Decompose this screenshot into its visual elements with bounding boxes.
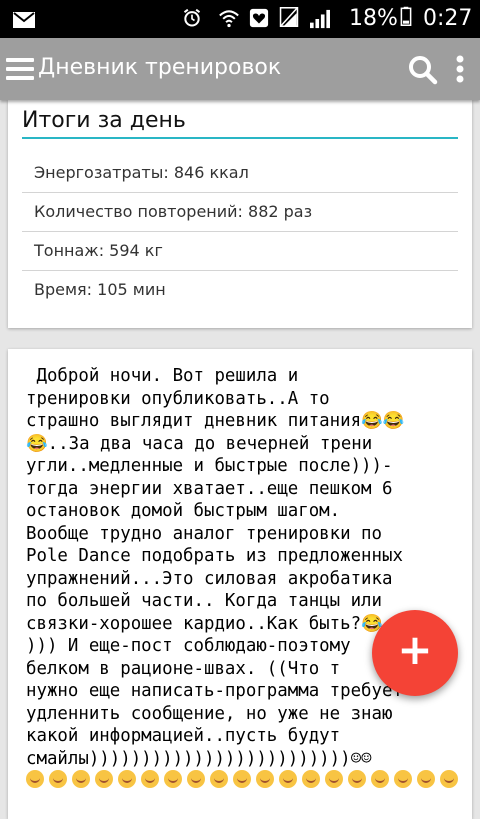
alarm-icon xyxy=(183,8,201,27)
post-line: по большей части.. Когда танцы или xyxy=(26,591,382,611)
post-line: остановок домой быстрым шагом. xyxy=(26,501,341,521)
menu-icon[interactable] xyxy=(6,58,34,80)
post-line: упражнений...Это силовая акробатика xyxy=(26,568,393,589)
post-line: Доброй ночи. Вот решила и xyxy=(26,366,299,386)
post-line: Вообще трудно аналог тренировки по xyxy=(26,523,382,544)
post-card: Доброй ночи. Вот решила и тренировки опуб… xyxy=(8,349,472,819)
app-bar: Дневник тренировок xyxy=(0,38,480,100)
post-line: смайлы)))))))))))))))))))))))))☺☺ xyxy=(26,748,372,769)
smiley-icon xyxy=(187,770,205,788)
summary-row-label: Тоннаж: 594 кг xyxy=(34,241,163,260)
daily-summary-card: Итоги за день Энергозатраты: 846 ккал Ко… xyxy=(8,100,472,328)
post-line: тренировки опубликовать..А то xyxy=(26,388,330,409)
wifi-icon xyxy=(219,10,239,28)
post-line: какой информацией..пусть будут xyxy=(26,726,341,746)
smiley-icon xyxy=(348,770,366,788)
status-bar: 18% 0:27 xyxy=(0,0,480,38)
search-icon[interactable] xyxy=(408,55,438,85)
smiley-icon xyxy=(210,770,228,788)
post-line: страшно выглядит дневник питания😂😂 xyxy=(26,411,405,431)
smiley-row xyxy=(26,770,466,789)
smiley-icon xyxy=(371,770,389,788)
smiley-icon xyxy=(141,770,159,788)
smiley-icon xyxy=(164,770,182,788)
summary-row-label: Время: 105 мин xyxy=(34,280,166,299)
smiley-icon xyxy=(417,770,435,788)
overflow-menu-icon[interactable] xyxy=(455,55,465,83)
summary-row-label: Энергозатраты: 846 ккал xyxy=(34,163,249,182)
post-line: 😂..За два часа до вечерней трени xyxy=(26,433,373,454)
summary-title-underline xyxy=(22,137,458,139)
summary-row-energy: Энергозатраты: 846 ккал xyxy=(22,154,458,193)
smiley-icon xyxy=(256,770,274,788)
summary-row-label: Количество повторений: 882 раз xyxy=(34,202,313,221)
post-text: Доброй ночи. Вот решила и тренировки опуб… xyxy=(26,365,466,770)
smiley-icon xyxy=(49,770,67,788)
smiley-icon xyxy=(279,770,297,788)
summary-title: Итоги за день xyxy=(22,108,186,133)
battery-icon xyxy=(400,6,412,26)
post-line: Pole Dance подобрать из предложенных xyxy=(26,546,403,566)
signal-icon xyxy=(310,9,330,29)
post-line: угли..медленные и быстрые после)))- xyxy=(26,456,393,476)
summary-row-tonnage: Тоннаж: 594 кг xyxy=(22,232,458,271)
smiley-icon xyxy=(118,770,136,788)
mail-icon xyxy=(13,12,35,28)
smiley-icon xyxy=(72,770,90,788)
app-title: Дневник тренировок xyxy=(38,55,282,80)
smiley-icon xyxy=(325,770,343,788)
sim-off-icon xyxy=(279,7,299,27)
plus-icon: + xyxy=(397,625,433,674)
clock: 0:27 xyxy=(423,6,473,31)
smiley-icon xyxy=(26,770,44,788)
smiley-icon xyxy=(95,770,113,788)
add-fab-button[interactable]: + xyxy=(372,610,458,696)
smiley-icon xyxy=(302,770,320,788)
summary-row-reps: Количество повторений: 882 раз xyxy=(22,193,458,232)
smiley-icon xyxy=(394,770,412,788)
smiley-icon xyxy=(233,770,251,788)
heart-icon xyxy=(249,8,269,28)
smiley-icon xyxy=(440,770,458,788)
summary-row-time: Время: 105 мин xyxy=(22,271,458,309)
post-line: тогда энергии хватает..еще пешком 6 xyxy=(26,478,393,499)
battery-percent: 18% xyxy=(349,6,398,31)
post-line: удленнить сообщение, но уже не знаю xyxy=(26,703,393,724)
